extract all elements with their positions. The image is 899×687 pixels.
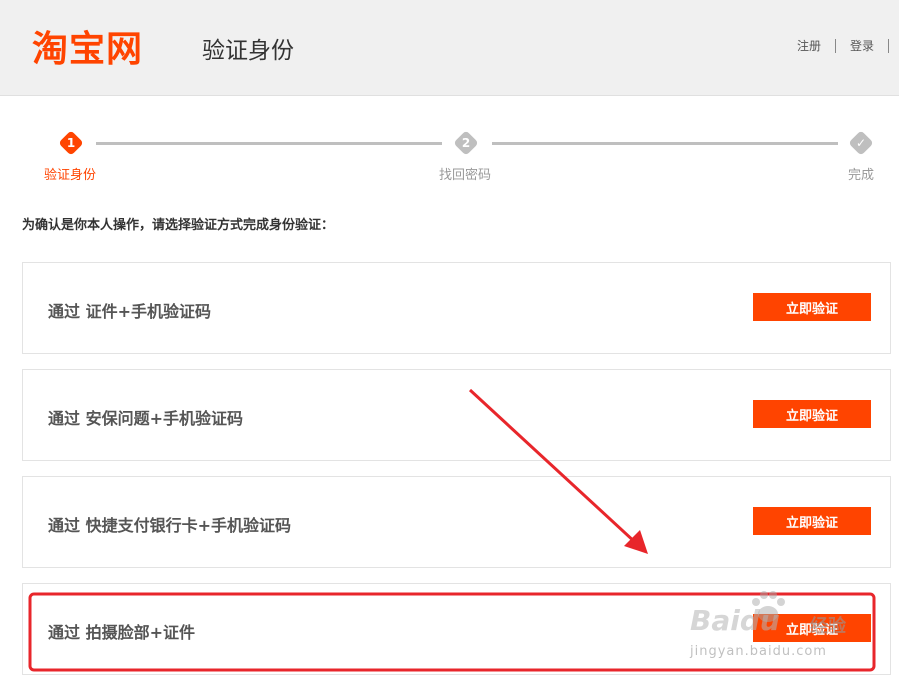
intro-text: 为确认是你本人操作，请选择验证方式完成身份验证： — [22, 218, 335, 233]
option-label: 通过 拍摄脸部+证件 — [48, 623, 195, 642]
step-marker-complete: ✓ — [848, 130, 874, 156]
check-icon: ✓ — [855, 136, 867, 150]
login-link[interactable]: 登录 — [836, 37, 888, 54]
step-label-complete: 完成 — [848, 168, 875, 183]
step-progress: 1 验证身份 2 找回密码 ✓ 完成 — [0, 126, 899, 186]
step-connector — [96, 142, 442, 145]
option-label: 通过 快捷支付银行卡+手机验证码 — [48, 516, 291, 535]
verify-now-button[interactable]: 立即验证 — [753, 293, 871, 321]
verify-option-bank-card: 通过 快捷支付银行卡+手机验证码 立即验证 — [22, 476, 891, 568]
step-label-reset-password: 找回密码 — [439, 168, 492, 183]
step-marker-2: 2 — [453, 130, 479, 156]
verify-now-button[interactable]: 立即验证 — [753, 507, 871, 535]
taobao-logo[interactable]: 淘宝网 — [32, 20, 143, 72]
verify-option-id-sms: 通过 证件+手机验证码 立即验证 — [22, 262, 891, 354]
step-marker-1: 1 — [58, 130, 84, 156]
page-title: 验证身份 — [202, 38, 294, 64]
verify-now-button[interactable]: 立即验证 — [753, 614, 871, 642]
register-link[interactable]: 注册 — [783, 37, 835, 54]
step-label-verify: 验证身份 — [44, 168, 97, 183]
verify-option-face-photo: 通过 拍摄脸部+证件 立即验证 — [22, 583, 891, 675]
header-links: 注册 登录 — [783, 37, 889, 54]
step-connector — [492, 142, 838, 145]
option-label: 通过 安保问题+手机验证码 — [48, 409, 243, 428]
verify-now-button[interactable]: 立即验证 — [753, 400, 871, 428]
verify-option-security-question: 通过 安保问题+手机验证码 立即验证 — [22, 369, 891, 461]
divider — [888, 38, 889, 53]
page: 淘宝网 验证身份 注册 登录 1 验证身份 2 找回密码 ✓ 完成 为确认是你本… — [0, 0, 899, 687]
option-label: 通过 证件+手机验证码 — [48, 302, 211, 321]
header: 淘宝网 验证身份 注册 登录 — [0, 0, 899, 96]
